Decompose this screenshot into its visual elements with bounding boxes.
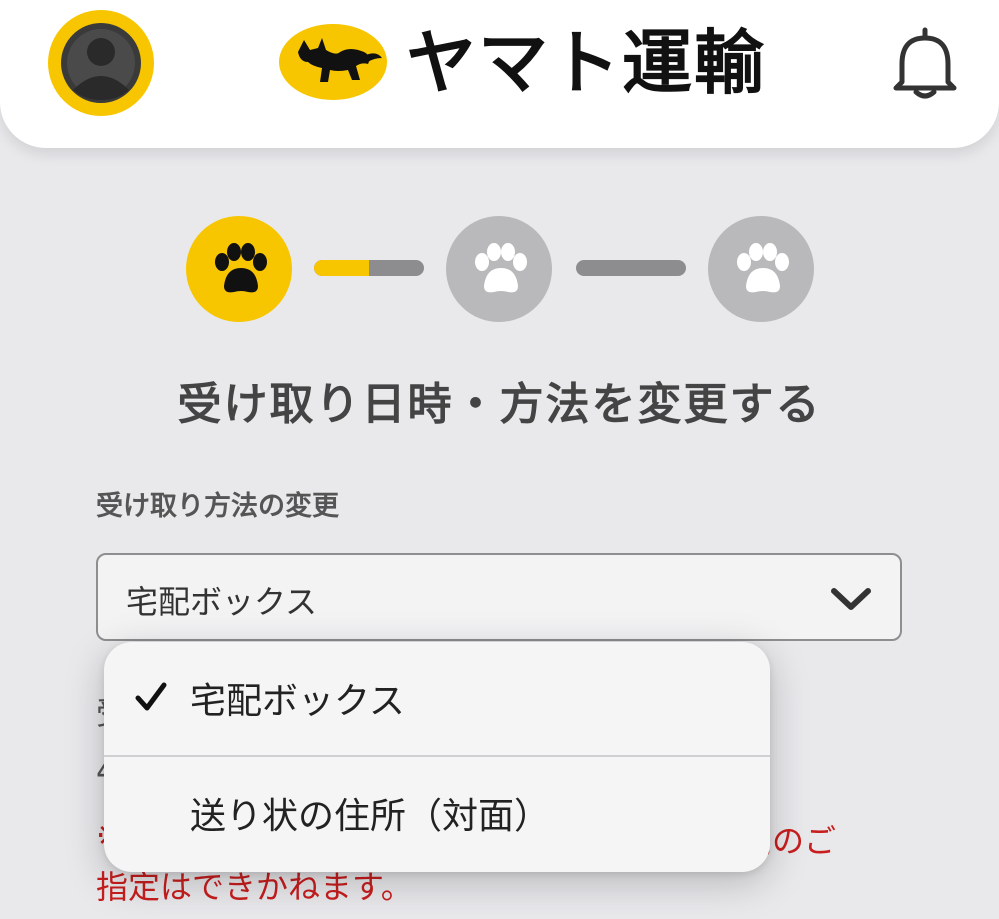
method-select[interactable]: 宅配ボックス — [96, 553, 902, 641]
step-indicator — [0, 210, 999, 330]
paw-icon — [737, 243, 789, 293]
user-avatar-button[interactable] — [48, 10, 154, 116]
brand-logo: ヤマト運輸 — [278, 12, 764, 112]
method-dropdown-menu: 宅配ボックス 送り状の住所（対面） — [104, 642, 770, 872]
dropdown-option-delivery-box[interactable]: 宅配ボックス — [104, 642, 770, 757]
dropdown-option-face-to-face[interactable]: 送り状の住所（対面） — [104, 757, 770, 872]
step-connector-1 — [314, 260, 424, 276]
step-3 — [708, 216, 814, 322]
cat-logo-icon — [279, 24, 387, 100]
user-avatar-icon — [61, 23, 141, 103]
step-1 — [186, 216, 292, 322]
method-section-label: 受け取り方法の変更 — [96, 491, 339, 522]
paw-icon — [215, 243, 267, 293]
bell-icon — [893, 27, 957, 99]
chevron-down-icon — [831, 588, 871, 610]
app-header: ヤマト運輸 — [0, 0, 999, 148]
dropdown-option-label: 宅配ボックス — [190, 681, 405, 722]
checkmark-icon — [135, 682, 167, 711]
dropdown-option-label: 送り状の住所（対面） — [190, 796, 551, 837]
brand-name: ヤマト運輸 — [406, 22, 766, 104]
paw-icon — [475, 243, 527, 293]
step-connector-2 — [576, 260, 686, 276]
method-select-value: 宅配ボックス — [126, 583, 318, 621]
step-2 — [446, 216, 552, 322]
page-title: 受け取り日時・方法を変更する — [177, 379, 822, 430]
notification-button[interactable] — [888, 22, 962, 102]
